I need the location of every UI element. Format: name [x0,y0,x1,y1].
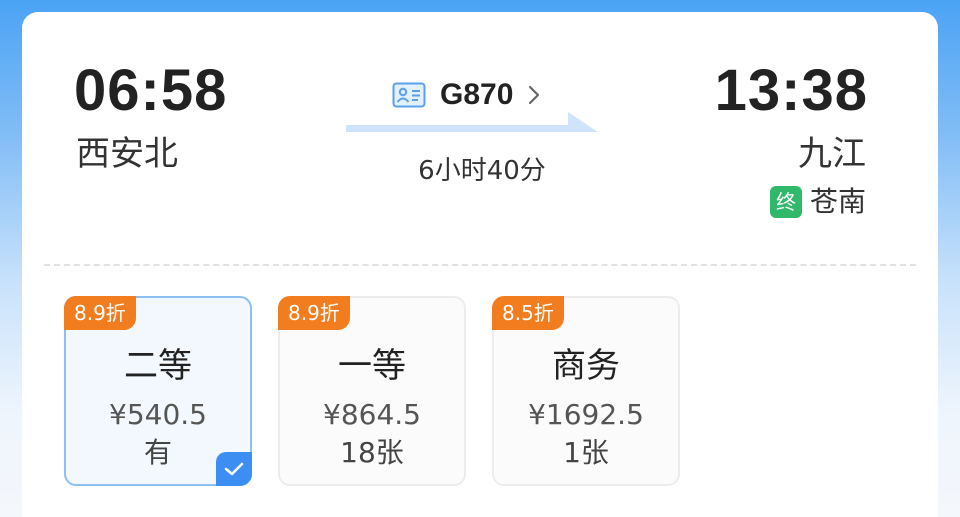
terminal-station: 终 苍南 [769,184,866,220]
arrival-time: 13:38 [714,58,868,123]
seat-option-second-class[interactable]: 8.9折 二等 ¥540.5 有 [64,296,252,486]
seat-availability: 18张 [340,436,404,469]
train-number-link[interactable]: G870 [392,78,541,112]
selected-check-icon [216,452,252,486]
departure-time: 06:58 [74,58,228,123]
dashed-divider [44,264,916,266]
seat-price: ¥540.5 [109,398,207,431]
seat-price: ¥864.5 [323,398,421,431]
discount-badge: 8.9折 [64,296,136,330]
travel-duration: 6小时40分 [418,156,546,186]
seat-class-label: 一等 [338,346,406,386]
seat-class-label: 商务 [552,346,620,386]
train-code: G870 [440,78,514,111]
seat-class-label: 二等 [124,346,192,386]
discount-badge: 8.5折 [492,296,564,330]
route-arrow [346,112,598,132]
departure-station: 西安北 [76,134,178,174]
seat-availability: 1张 [563,436,609,469]
seat-option-business-class[interactable]: 8.5折 商务 ¥1692.5 1张 [492,296,680,486]
terminal-badge: 终 [769,186,802,218]
terminal-station-name: 苍南 [809,185,866,218]
id-card-icon [392,82,426,108]
train-card: 06:58 西安北 G870 6小时40分 13:38 九江 终 苍南 8.9折… [22,12,938,517]
chevron-right-icon [529,85,540,105]
arrival-station: 九江 [798,134,866,174]
seat-option-first-class[interactable]: 8.9折 一等 ¥864.5 18张 [278,296,466,486]
seat-price: ¥1692.5 [528,398,644,431]
discount-badge: 8.9折 [278,296,350,330]
